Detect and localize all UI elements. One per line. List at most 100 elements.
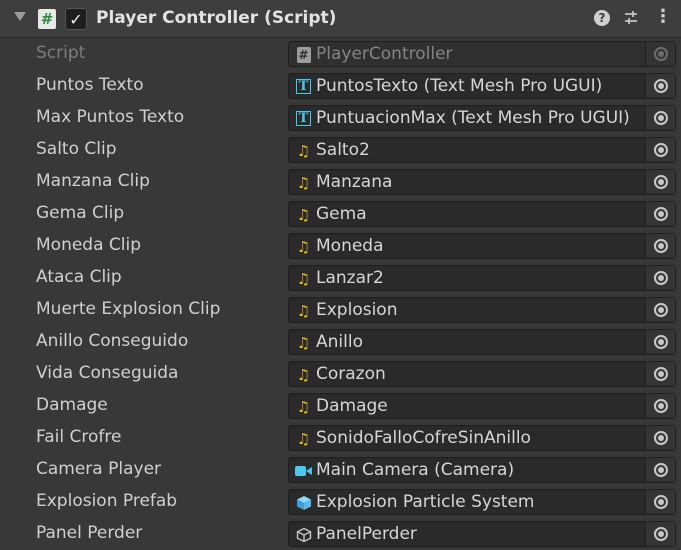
property-label: Script <box>36 43 86 63</box>
object-reference-field: # PlayerController <box>288 41 676 67</box>
property-label: Damage <box>36 395 108 415</box>
object-picker-button[interactable] <box>645 330 675 354</box>
object-reference-value: PuntuacionMax (Text Mesh Pro UGUI) <box>316 108 630 128</box>
property-row-vida-conseguida: Vida Conseguida ♫ Corazon <box>0 358 681 390</box>
object-reference-value: Manzana <box>316 172 393 192</box>
property-row-salto-clip: Salto Clip ♫ Salto2 <box>0 134 681 166</box>
property-row-max-puntos-texto: Max Puntos Texto T PuntuacionMax (Text Mes… <box>0 102 681 134</box>
object-picker-button[interactable] <box>645 106 675 130</box>
audio-clip-icon: ♫ <box>296 269 311 288</box>
foldout-arrow-icon[interactable] <box>14 12 26 21</box>
object-reference-field[interactable]: ♫ Salto2 <box>288 137 676 163</box>
field-icon: ♫ <box>295 269 312 288</box>
object-reference-field[interactable]: Explosion Particle System <box>288 489 676 515</box>
property-row-fail-crofre: Fail Crofre ♫ SonidoFalloCofreSinAnillo <box>0 422 681 454</box>
help-icon[interactable]: ? <box>594 10 610 26</box>
component-title[interactable]: Player Controller (Script) <box>96 8 336 28</box>
object-picker-icon <box>654 47 668 61</box>
game-object-icon <box>296 527 311 542</box>
audio-clip-icon: ♫ <box>296 429 311 448</box>
field-icon: T <box>295 110 312 127</box>
property-label: Max Puntos Texto <box>36 107 185 127</box>
presets-icon[interactable] <box>622 9 640 27</box>
object-reference-value: Lanzar2 <box>316 268 384 288</box>
object-picker-icon <box>654 175 668 189</box>
object-reference-field[interactable]: ♫ Lanzar2 <box>288 265 676 291</box>
object-reference-field[interactable]: ♫ Corazon <box>288 361 676 387</box>
text-mesh-pro-icon: T <box>296 79 311 94</box>
field-icon: ♫ <box>295 174 312 192</box>
object-reference-field[interactable]: PanelPerder <box>288 521 676 547</box>
object-picker-button[interactable] <box>645 266 675 290</box>
object-reference-field[interactable]: T PuntosTexto (Text Mesh Pro UGUI) <box>288 73 676 99</box>
object-reference-value: Anillo <box>316 332 363 352</box>
object-picker-button[interactable] <box>645 138 675 162</box>
object-picker-button[interactable] <box>645 298 675 322</box>
object-picker-button[interactable] <box>645 458 675 482</box>
field-icon: ♫ <box>295 238 312 256</box>
object-reference-value: Gema <box>316 204 367 224</box>
object-picker-icon <box>654 335 668 349</box>
object-picker-button[interactable] <box>645 202 675 226</box>
object-picker-icon <box>654 399 668 413</box>
object-picker-icon <box>654 239 668 253</box>
object-reference-value: PuntosTexto (Text Mesh Pro UGUI) <box>316 76 603 96</box>
object-picker-button[interactable] <box>645 74 675 98</box>
object-picker-icon <box>654 207 668 221</box>
object-reference-value: Salto2 <box>316 140 370 160</box>
property-label: Fail Crofre <box>36 427 122 447</box>
field-icon: ♫ <box>295 301 312 320</box>
object-reference-value: Corazon <box>316 364 386 384</box>
audio-clip-icon: ♫ <box>296 205 311 224</box>
object-reference-field[interactable]: ♫ Gema <box>288 201 676 227</box>
property-row-explosion-prefab: Explosion Prefab Explosion Particle Syste… <box>0 486 681 518</box>
object-picker-button[interactable] <box>645 394 675 418</box>
property-row-script: Script # PlayerController <box>0 38 681 70</box>
audio-clip-icon: ♫ <box>296 301 311 320</box>
field-icon: ♫ <box>295 397 312 416</box>
audio-clip-icon: ♫ <box>296 397 311 416</box>
property-label: Anillo Conseguido <box>36 331 189 351</box>
object-reference-value: PanelPerder <box>316 524 417 544</box>
object-reference-value: Moneda <box>316 236 384 256</box>
object-picker-button[interactable] <box>645 170 675 194</box>
object-reference-field[interactable]: ♫ Moneda <box>288 233 676 259</box>
object-reference-field[interactable]: ♫ Damage <box>288 393 676 419</box>
object-reference-field[interactable]: Main Camera (Camera) <box>288 457 676 483</box>
audio-clip-icon: ♫ <box>296 141 311 160</box>
object-reference-value: Explosion <box>316 300 398 320</box>
field-icon <box>295 526 312 543</box>
object-picker-icon <box>654 143 668 157</box>
context-menu-icon[interactable]: ⋮ <box>654 6 672 27</box>
field-icon <box>295 462 312 479</box>
object-reference-field[interactable]: ♫ SonidoFalloCofreSinAnillo <box>288 425 676 451</box>
object-picker-button[interactable] <box>645 234 675 258</box>
property-row-damage: Damage ♫ Damage <box>0 390 681 422</box>
object-picker-button[interactable] <box>645 362 675 386</box>
object-picker-icon <box>654 303 668 317</box>
object-picker-button[interactable] <box>645 522 675 546</box>
property-label: Moneda Clip <box>36 235 142 255</box>
property-row-manzana-clip: Manzana Clip ♫ Manzana <box>0 166 681 198</box>
object-reference-field[interactable]: T PuntuacionMax (Text Mesh Pro UGUI) <box>288 105 676 131</box>
object-reference-field[interactable]: ♫ Explosion <box>288 297 676 323</box>
component-enabled-checkbox[interactable]: ✓ <box>65 8 87 30</box>
object-reference-value: Main Camera (Camera) <box>316 460 515 480</box>
property-label: Manzana Clip <box>36 171 150 191</box>
object-reference-value: Explosion Particle System <box>316 492 535 512</box>
object-picker-button[interactable] <box>645 490 675 514</box>
object-picker-icon <box>654 271 668 285</box>
object-reference-value: Damage <box>316 396 388 416</box>
object-reference-field[interactable]: ♫ Manzana <box>288 169 676 195</box>
property-row-panel-perder: Panel Perder PanelPerder <box>0 518 681 550</box>
field-icon: ♫ <box>295 334 312 352</box>
property-row-anillo-conseguido: Anillo Conseguido ♫ Anillo <box>0 326 681 358</box>
property-label: Salto Clip <box>36 139 117 159</box>
object-picker-icon <box>654 111 668 125</box>
property-label: Vida Conseguida <box>36 363 179 383</box>
object-picker-button[interactable] <box>645 426 675 450</box>
field-icon: ♫ <box>295 429 312 448</box>
property-label: Panel Perder <box>36 523 143 543</box>
object-reference-field[interactable]: ♫ Anillo <box>288 329 676 355</box>
property-label: Muerte Explosion Clip <box>36 299 221 319</box>
